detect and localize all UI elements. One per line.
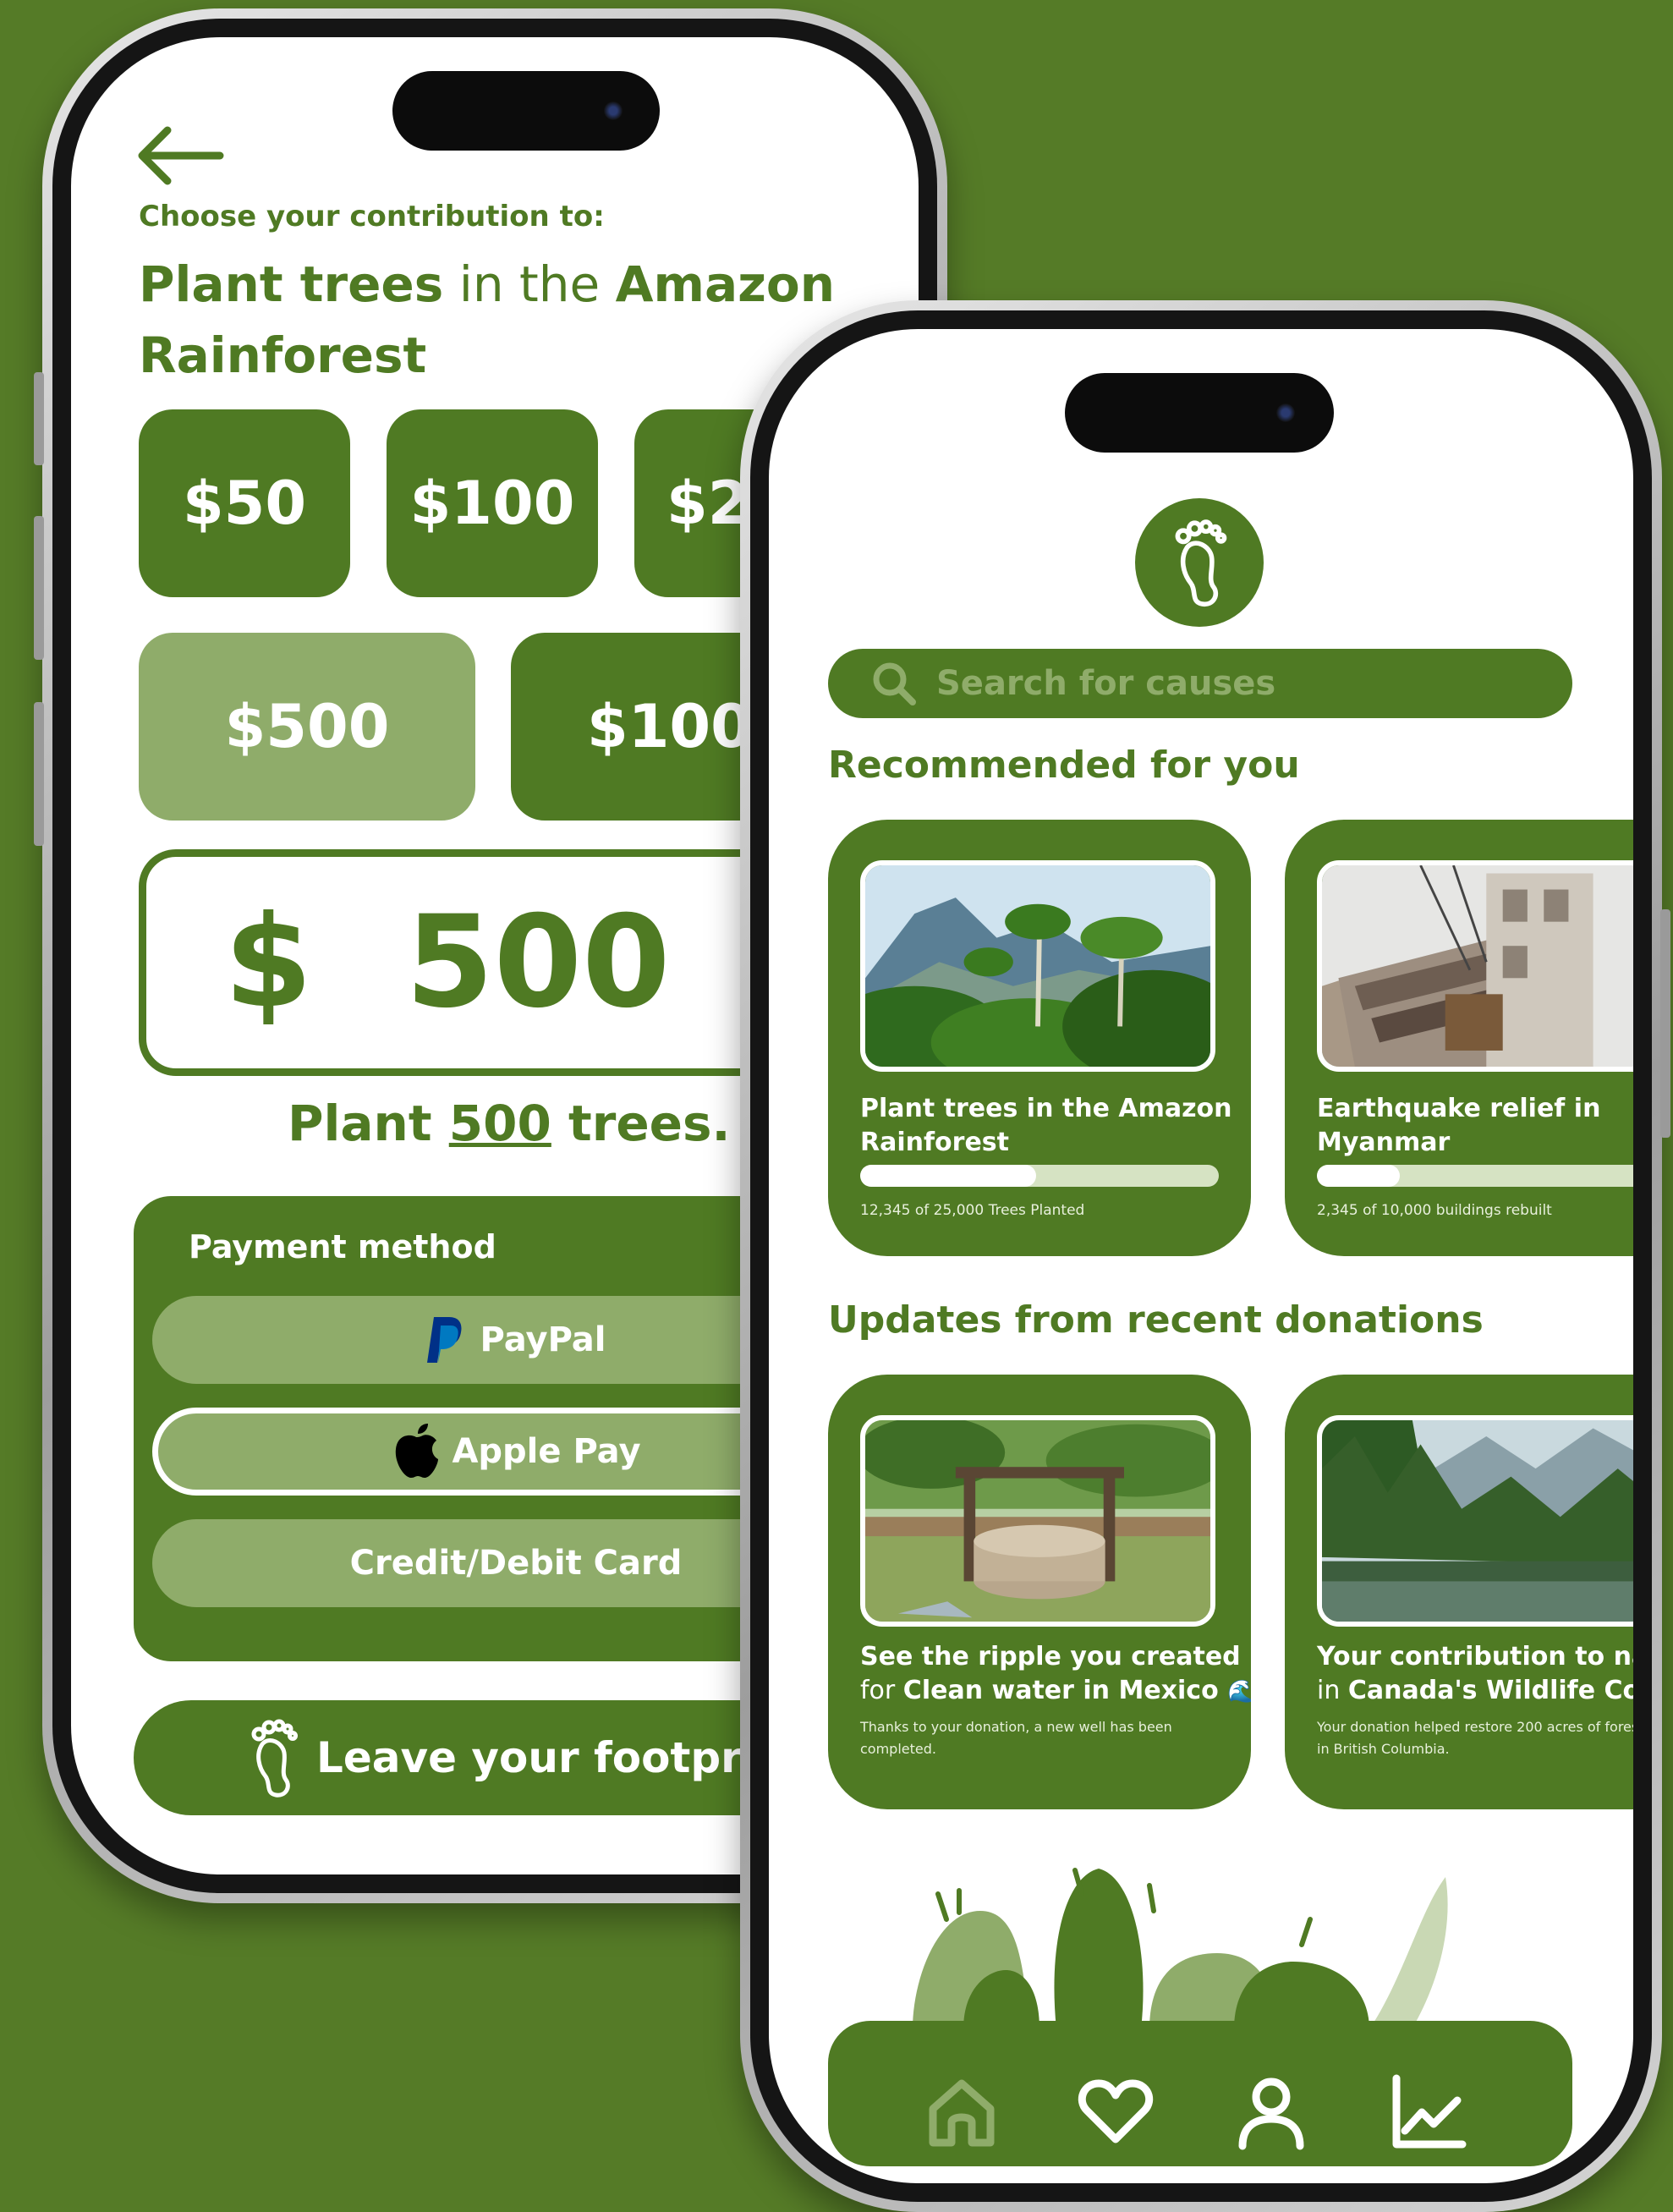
update-card-body: completed. xyxy=(860,1741,936,1757)
user-icon[interactable] xyxy=(1231,2072,1312,2153)
payment-method-label: Payment method xyxy=(189,1228,496,1265)
home-screen: Search for causes Recommended for you Pl… xyxy=(769,329,1633,2183)
side-button xyxy=(34,372,44,465)
cause-card-title: Myanmar xyxy=(1317,1128,1451,1157)
bottom-nav xyxy=(828,2021,1572,2166)
well-photo xyxy=(860,1415,1215,1627)
side-button xyxy=(34,702,44,846)
card-label: Credit/Debit Card xyxy=(349,1544,683,1583)
side-button xyxy=(34,516,44,660)
apple-pay-label: Apple Pay xyxy=(452,1432,641,1471)
progress-fill xyxy=(1317,1165,1400,1187)
progress-text: 12,345 of 25,000 Trees Planted xyxy=(860,1202,1085,1219)
recommended-heading: Recommended for you xyxy=(828,744,1300,787)
app-logo[interactable] xyxy=(1135,498,1264,627)
currency-symbol: $ xyxy=(224,889,313,1036)
contribution-label: Choose your contribution to: xyxy=(139,200,605,233)
update-title-prefix: for xyxy=(860,1676,903,1705)
amount-button-500[interactable]: $500 xyxy=(139,633,475,821)
amount-button-50[interactable]: $50 xyxy=(139,409,350,597)
cause-title-part: Plant trees xyxy=(139,255,444,313)
cause-title-part: Amazon xyxy=(615,255,835,313)
update-card-title: for Clean water in Mexico 🌊 xyxy=(860,1674,1251,1709)
earthquake-photo xyxy=(1317,860,1633,1072)
amount-button-100[interactable]: $100 xyxy=(387,409,598,597)
cause-card[interactable]: Earthquake relief in Myanmar 2,345 of 10… xyxy=(1285,820,1633,1256)
amazon-photo xyxy=(860,860,1215,1072)
update-card[interactable]: Your contribution to nature in Canada's … xyxy=(1285,1375,1633,1809)
impact-prefix: Plant xyxy=(288,1095,449,1152)
cause-card[interactable]: Plant trees in the Amazon Rainforest 12,… xyxy=(828,820,1251,1256)
update-card-title: Your contribution to nature xyxy=(1317,1642,1633,1671)
cause-title-part: in the xyxy=(443,255,616,313)
search-input[interactable]: Search for causes xyxy=(936,664,1275,703)
update-title-bold: Canada's Wildlife Conservation xyxy=(1347,1676,1633,1705)
footprint-icon xyxy=(1175,519,1227,607)
progress-text: 2,345 of 10,000 buildings rebuilt xyxy=(1317,1202,1552,1219)
impact-count: 500 xyxy=(448,1095,551,1152)
update-card-body: in British Columbia. xyxy=(1317,1741,1450,1757)
paypal-label: PayPal xyxy=(480,1320,606,1359)
heart-icon[interactable] xyxy=(1075,2072,1156,2153)
update-card-body: Thanks to your donation, a new well has … xyxy=(860,1719,1172,1735)
chart-icon[interactable] xyxy=(1386,2072,1467,2153)
footprint-icon xyxy=(251,1719,298,1798)
cause-title-part: Rainforest xyxy=(139,327,427,384)
dynamic-island xyxy=(392,71,660,151)
arrow-left-icon[interactable] xyxy=(132,122,225,189)
impact-suffix: trees. xyxy=(551,1095,731,1152)
water-wave-icon: 🌊 xyxy=(1227,1679,1251,1704)
cause-card-title: Earthquake relief in xyxy=(1317,1094,1601,1123)
search-icon xyxy=(873,662,916,705)
bush-decoration xyxy=(913,1868,1448,2029)
leave-footprint-label: Leave your footprint xyxy=(316,1733,807,1782)
progress-fill xyxy=(860,1165,1036,1187)
update-card-body: Your donation helped restore 200 acres o… xyxy=(1317,1719,1633,1735)
cause-card-title: Plant trees in the Amazon xyxy=(860,1094,1232,1123)
progress-bar xyxy=(1317,1165,1633,1187)
search-bar[interactable]: Search for causes xyxy=(828,649,1572,718)
update-title-bold: Clean water in Mexico xyxy=(902,1676,1219,1705)
updates-heading: Updates from recent donations xyxy=(828,1298,1484,1342)
impact-text: Plant 500 trees. xyxy=(288,1095,731,1152)
apple-icon xyxy=(396,1424,439,1478)
forest-lake-photo xyxy=(1317,1415,1633,1627)
update-title-prefix: in xyxy=(1317,1676,1348,1705)
update-card[interactable]: See the ripple you created for Clean wat… xyxy=(828,1375,1251,1809)
progress-bar xyxy=(860,1165,1219,1187)
dynamic-island xyxy=(1065,373,1334,453)
update-card-title: See the ripple you created xyxy=(860,1642,1241,1671)
home-icon[interactable] xyxy=(921,2072,1002,2153)
amount-value: 500 xyxy=(405,889,671,1036)
update-card-title: in Canada's Wildlife Conservation xyxy=(1317,1674,1633,1708)
home-phone: Search for causes Recommended for you Pl… xyxy=(740,300,1670,2212)
side-button xyxy=(1660,909,1670,1138)
paypal-icon xyxy=(427,1317,462,1363)
cause-card-title: Rainforest xyxy=(860,1128,1009,1157)
